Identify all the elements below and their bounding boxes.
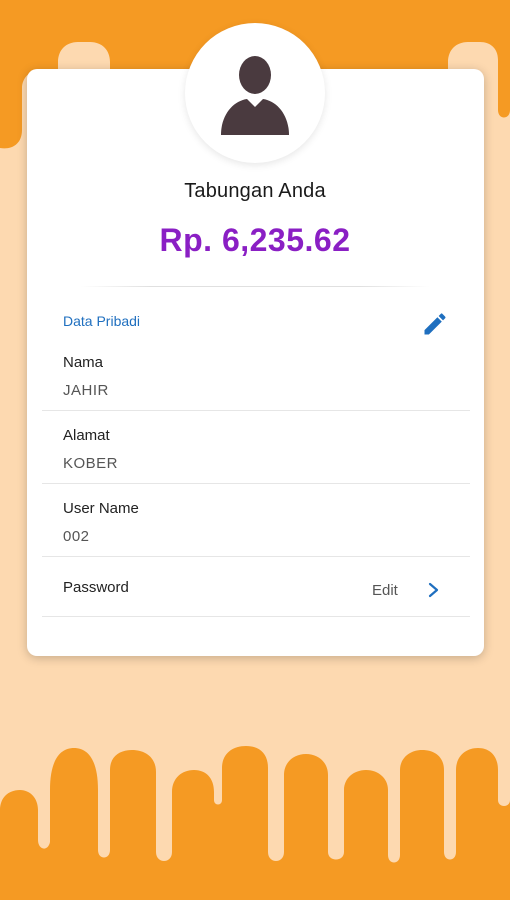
avatar[interactable] [185,23,325,163]
field-label-name: Nama [63,354,104,371]
savings-title: Tabungan Anda [184,180,326,202]
section-label-personal-data: Data Pribadi [63,313,141,329]
row-divider [42,410,470,411]
password-row[interactable]: Password Edit [42,560,470,616]
field-label-username: User Name [63,500,139,517]
field-value-username: 002 [63,528,90,545]
field-label-address: Alamat [63,427,110,444]
divider [80,286,430,287]
row-divider [42,483,470,484]
balance-amount: Rp. 6,235.62 [159,222,351,258]
field-value-address: KOBER [63,455,119,472]
row-divider [42,616,470,617]
field-value-name: JAHIR [63,382,109,399]
password-label: Password [63,579,129,596]
chevron-right-icon[interactable] [426,580,442,600]
password-edit-link[interactable]: Edit [372,582,398,599]
user-avatar-icon [221,56,289,135]
pencil-icon[interactable] [421,310,449,338]
row-divider [42,556,470,557]
